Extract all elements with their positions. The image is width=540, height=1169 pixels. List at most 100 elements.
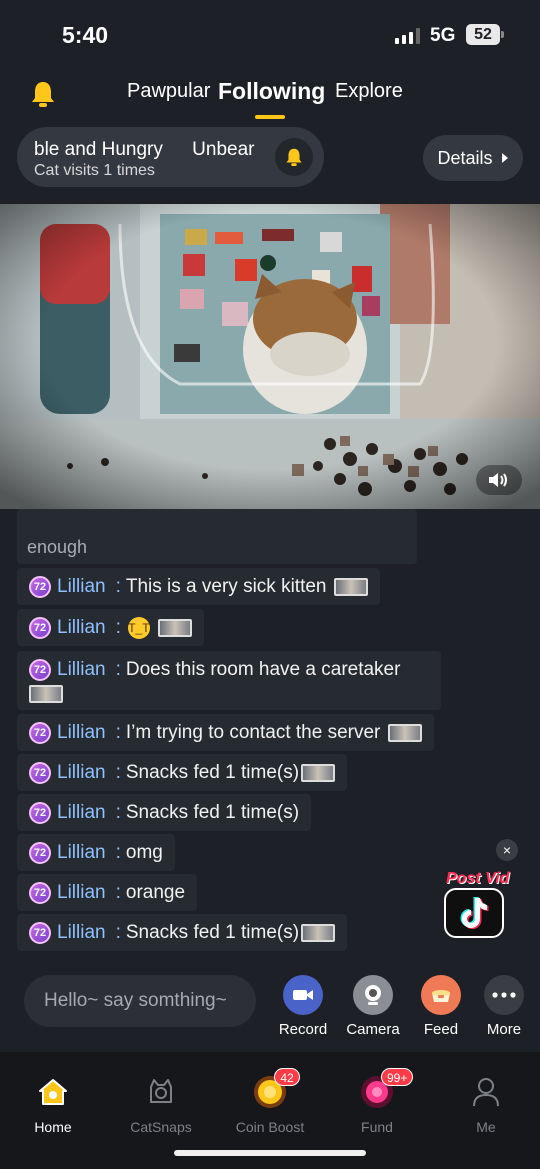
video-thumbnail[interactable]	[301, 923, 336, 942]
level-badge: 72	[29, 921, 51, 944]
tab-label: Me	[476, 1119, 496, 1135]
tab-coin-boost[interactable]: 42 Coin Boost	[220, 1068, 320, 1135]
room-visits: Cat visits 1 times	[34, 162, 155, 179]
chat-message: 72 Lillian : Snacks fed 1 time(s)	[17, 754, 348, 791]
camera-label: Camera	[346, 1021, 400, 1038]
username[interactable]: Lillian	[57, 617, 106, 639]
snapshot-thumbnail[interactable]	[334, 577, 369, 596]
message-text: enough	[27, 537, 88, 557]
snapshot-thumbnail[interactable]	[301, 763, 336, 782]
level-badge: 72	[29, 881, 51, 904]
home-indicator	[174, 1150, 366, 1156]
username[interactable]: Lillian	[57, 762, 106, 784]
follow-bell-button[interactable]	[275, 138, 313, 176]
tab-label: Coin Boost	[235, 1119, 305, 1135]
username[interactable]: Lillian	[57, 576, 106, 598]
tab-home[interactable]: Home	[3, 1072, 103, 1135]
signal-icon	[395, 28, 420, 44]
feed-button[interactable]: Feed	[406, 975, 476, 1038]
status-bar: 5:40 5G 52	[0, 0, 540, 70]
message-composer[interactable]	[24, 975, 256, 1027]
tab-label: Home	[34, 1119, 72, 1135]
tab-catsnaps[interactable]: CatSnaps	[111, 1072, 211, 1135]
tab-pawpular[interactable]: Pawpular	[127, 80, 210, 103]
sound-toggle-button[interactable]	[476, 465, 522, 495]
username[interactable]: Lillian	[57, 882, 106, 904]
record-label: Record	[278, 1021, 328, 1038]
camera-button[interactable]: Camera	[338, 975, 408, 1038]
room-info[interactable]: ble and Hungry Unbear Cat visits 1 times	[17, 127, 324, 187]
tab-me[interactable]: Me	[436, 1072, 536, 1135]
level-badge: 72	[29, 658, 51, 681]
home-icon	[33, 1072, 73, 1112]
message-text: Snacks fed 1 time(s)	[125, 921, 300, 943]
chat-message: 72 Lillian : I’m trying to contact the s…	[17, 714, 435, 751]
tab-fund[interactable]: 99+ Fund	[327, 1068, 427, 1135]
coin-icon: 42	[250, 1068, 300, 1112]
room-name: ble and Hungry Unbear	[34, 139, 254, 161]
colon: :	[115, 616, 121, 638]
chat-input[interactable]	[44, 975, 249, 1027]
message-text: Snacks fed 1 time(s)	[125, 761, 300, 783]
person-icon	[466, 1072, 506, 1112]
speaker-icon	[489, 473, 507, 487]
username[interactable]: Lillian	[57, 722, 106, 744]
live-video[interactable]	[0, 204, 540, 509]
tab-label: Fund	[361, 1119, 393, 1135]
more-dots-icon	[484, 975, 524, 1015]
level-badge: 72	[29, 761, 51, 784]
details-label: Details	[437, 147, 493, 168]
tab-following[interactable]: Following	[218, 78, 325, 105]
chat-message: 72 Lillian : Snacks fed 1 time(s)	[17, 914, 348, 951]
chat-message: 72 Lillian : T_T	[17, 609, 204, 646]
level-badge: 72	[29, 616, 51, 639]
username[interactable]: Lillian	[57, 802, 106, 824]
username[interactable]: Lillian	[57, 659, 106, 681]
status-time: 5:40	[62, 22, 109, 48]
bell-icon[interactable]	[30, 80, 56, 108]
more-label: More	[486, 1021, 522, 1038]
battery-icon: 52	[466, 24, 504, 45]
tab-explore[interactable]: Explore	[335, 80, 403, 103]
fund-icon: 99+	[357, 1068, 414, 1112]
video-camera-icon	[283, 975, 323, 1015]
level-badge: 72	[29, 721, 51, 744]
snapshot-thumbnail[interactable]	[388, 723, 423, 742]
colon: :	[115, 801, 121, 823]
more-button[interactable]: More	[469, 975, 539, 1038]
colon: :	[115, 881, 121, 903]
username[interactable]: Lillian	[57, 922, 106, 944]
notification-badge: 99+	[381, 1068, 414, 1086]
colon: :	[115, 921, 121, 943]
network-type: 5G	[430, 25, 456, 46]
tab-label: CatSnaps	[130, 1119, 192, 1135]
close-post-vid-button[interactable]: ×	[496, 839, 518, 861]
feed-label: Feed	[423, 1021, 459, 1038]
message-text: Snacks fed 1 time(s)	[125, 801, 300, 823]
username[interactable]: Lillian	[57, 842, 106, 864]
chat-message: 72 Lillian : Does this room have a caret…	[17, 651, 441, 710]
details-button[interactable]: Details	[423, 135, 523, 181]
top-nav: Pawpular Following Explore	[0, 72, 540, 122]
bell-icon	[286, 148, 302, 166]
webcam-icon	[353, 975, 393, 1015]
video-thumbnail[interactable]	[157, 618, 192, 637]
chat-message: 72 Lillian : Snacks fed 1 time(s)	[17, 794, 312, 831]
room-action: Unbear	[192, 139, 255, 160]
level-badge: 72	[29, 801, 51, 824]
chat-message-partial: enough	[17, 509, 417, 564]
post-vid-button[interactable]: Post Vid	[440, 868, 512, 943]
colon: :	[115, 761, 121, 783]
catsnaps-icon	[141, 1072, 181, 1112]
tiktok-icon	[444, 888, 504, 938]
colon: :	[115, 721, 121, 743]
snapshot-thumbnail[interactable]	[29, 684, 63, 703]
record-button[interactable]: Record	[268, 975, 338, 1038]
level-badge: 72	[29, 841, 51, 864]
level-badge: 72	[29, 575, 51, 598]
message-text: I’m trying to contact the server	[125, 721, 381, 743]
live-video-frame	[0, 204, 540, 509]
food-bowl-icon	[421, 975, 461, 1015]
crying-emoji-icon: T_T	[127, 616, 150, 639]
colon: :	[115, 658, 121, 680]
